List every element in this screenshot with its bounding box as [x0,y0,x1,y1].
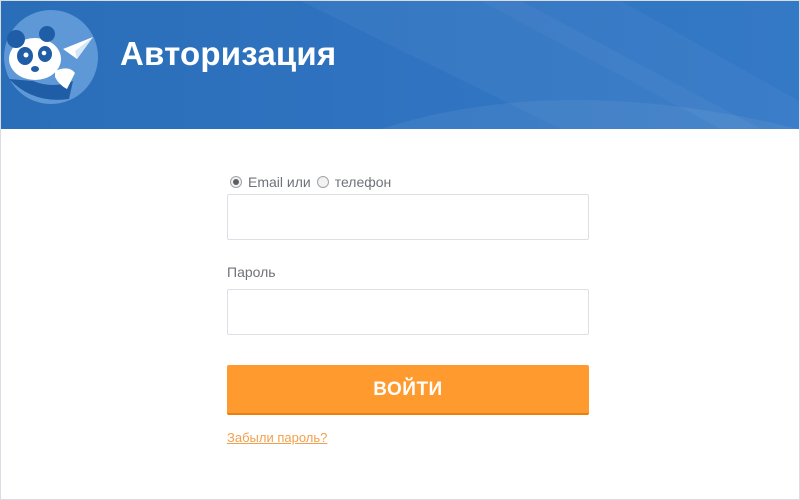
page-title: Авторизация [120,35,337,72]
login-button[interactable]: ВОЙТИ [227,365,589,415]
radio-phone-label[interactable]: телефон [335,174,392,190]
password-label: Пароль [227,264,276,280]
panda-logo-icon [4,10,98,104]
auth-window: Авторизация Email или телефон Пароль ВОЙ… [0,0,800,500]
login-type-selector: Email или телефон [227,171,589,193]
radio-email-label[interactable]: Email или [248,174,311,190]
forgot-password-link[interactable]: Забыли пароль? [227,430,327,445]
page-header: Авторизация [1,1,799,129]
login-form: Email или телефон Пароль ВОЙТИ Забыли па… [227,171,589,447]
login-input[interactable] [227,194,589,240]
radio-email[interactable] [230,176,242,188]
radio-phone[interactable] [316,176,329,188]
password-input[interactable] [227,289,589,335]
